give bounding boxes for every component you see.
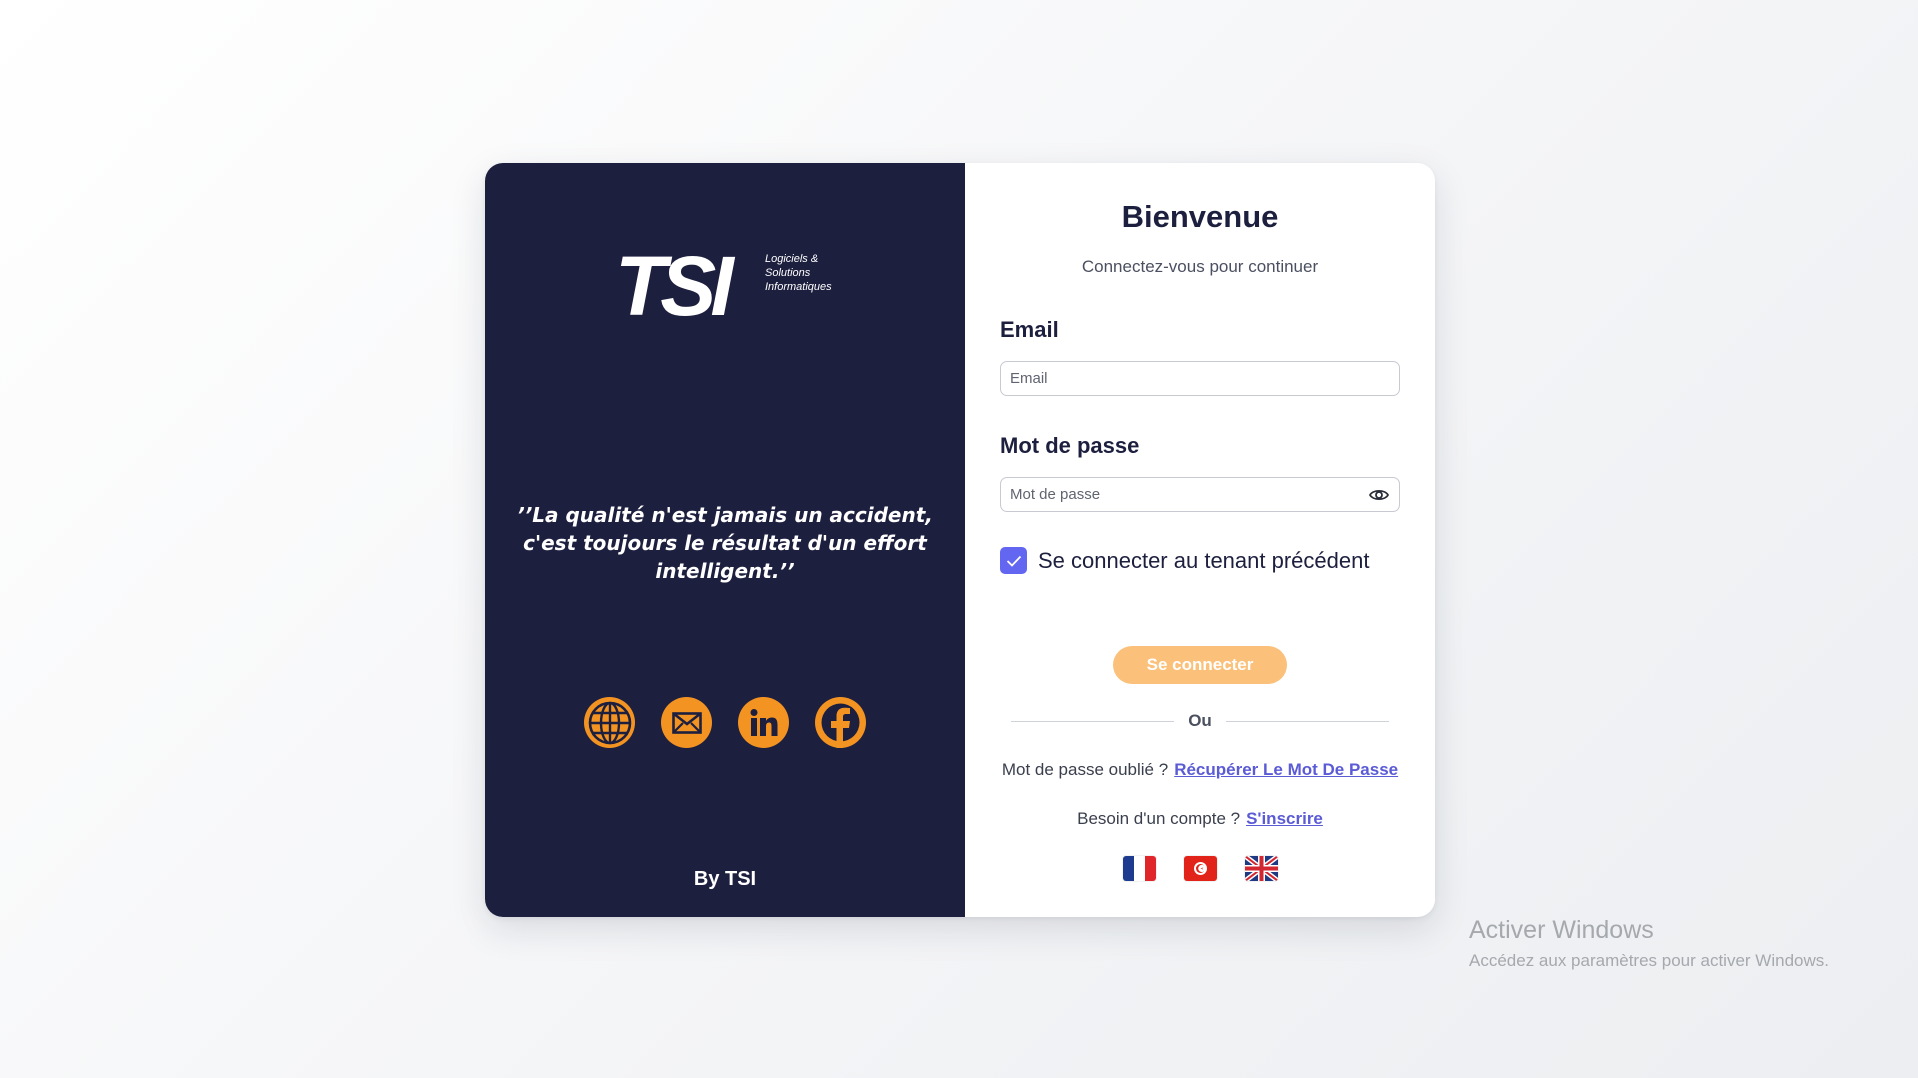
email-field-wrapper <box>1000 361 1400 396</box>
logo-tagline-line: Logiciels & <box>765 253 819 265</box>
remember-tenant-checkbox[interactable] <box>1000 547 1027 574</box>
password-field-wrapper <box>1000 477 1400 512</box>
flag-en-button[interactable] <box>1244 856 1278 881</box>
tunisia-flag-icon <box>1183 856 1217 881</box>
flag-tn-button[interactable] <box>1183 856 1217 881</box>
france-flag-icon <box>1122 856 1156 881</box>
page-title: Bienvenue <box>1121 199 1279 234</box>
social-links <box>485 697 965 748</box>
or-divider: Ou <box>1011 711 1390 731</box>
windows-activation-watermark: Activer Windows Accédez aux paramètres p… <box>1469 916 1829 971</box>
divider-line <box>1225 720 1390 722</box>
watermark-subtitle: Accédez aux paramètres pour activer Wind… <box>1469 951 1829 970</box>
divider-text: Ou <box>1188 711 1212 730</box>
email-label: Email <box>1000 317 1059 342</box>
brand-quote: ’’La qualité n'est jamais un accident, c… <box>517 503 933 583</box>
login-form: Bienvenue Connectez-vous pour continuer … <box>965 163 1435 917</box>
forgot-password-row: Mot de passe oublié ? Récupérer Le Mot De… <box>965 760 1435 780</box>
signup-text: Besoin d'un compte ? <box>1077 809 1241 828</box>
remember-tenant-toggle[interactable]: Se connecter au tenant précédent <box>1000 547 1369 574</box>
brand-panel: TSI Logiciels & Solutions Informatiques … <box>485 163 965 917</box>
recover-password-link[interactable]: Récupérer Le Mot De Passe <box>1174 760 1398 779</box>
globe-icon <box>588 701 631 744</box>
linkedin-icon <box>750 708 777 736</box>
signup-row: Besoin d'un compte ? S'inscrire <box>965 809 1435 829</box>
password-label: Mot de passe <box>1000 433 1140 458</box>
check-icon <box>1006 555 1021 567</box>
login-button[interactable]: Se connecter <box>1113 646 1287 684</box>
linkedin-link[interactable] <box>738 697 789 748</box>
flag-fr-button[interactable] <box>1122 856 1156 881</box>
divider-line <box>1011 720 1175 722</box>
remember-tenant-label: Se connecter au tenant précédent <box>1038 547 1370 573</box>
watermark-title: Activer Windows <box>1469 916 1654 944</box>
logo-tagline-line: Solutions <box>765 267 811 279</box>
logo-tagline: Logiciels & Solutions Informatiques <box>765 252 855 294</box>
signup-link[interactable]: S'inscrire <box>1246 809 1323 828</box>
forgot-password-text: Mot de passe oublié ? <box>1001 760 1169 779</box>
facebook-icon <box>821 703 860 748</box>
eye-icon[interactable] <box>1369 486 1389 504</box>
email-link[interactable] <box>661 697 712 748</box>
tsi-logo: TSI Logiciels & Solutions Informatiques <box>615 239 845 333</box>
by-tsi: By TSI <box>693 868 757 890</box>
uk-flag-icon <box>1244 856 1278 881</box>
mail-icon <box>671 711 702 734</box>
password-input[interactable] <box>1001 478 1399 511</box>
logo-tagline-line: Informatiques <box>765 281 832 293</box>
login-card: TSI Logiciels & Solutions Informatiques … <box>485 163 1435 917</box>
email-input[interactable] <box>1001 362 1399 395</box>
language-selector <box>965 856 1435 881</box>
page-subtitle: Connectez-vous pour continuer <box>1081 257 1319 276</box>
website-link[interactable] <box>584 697 635 748</box>
facebook-link[interactable] <box>815 697 866 748</box>
logo-mark: TSI <box>615 239 734 333</box>
